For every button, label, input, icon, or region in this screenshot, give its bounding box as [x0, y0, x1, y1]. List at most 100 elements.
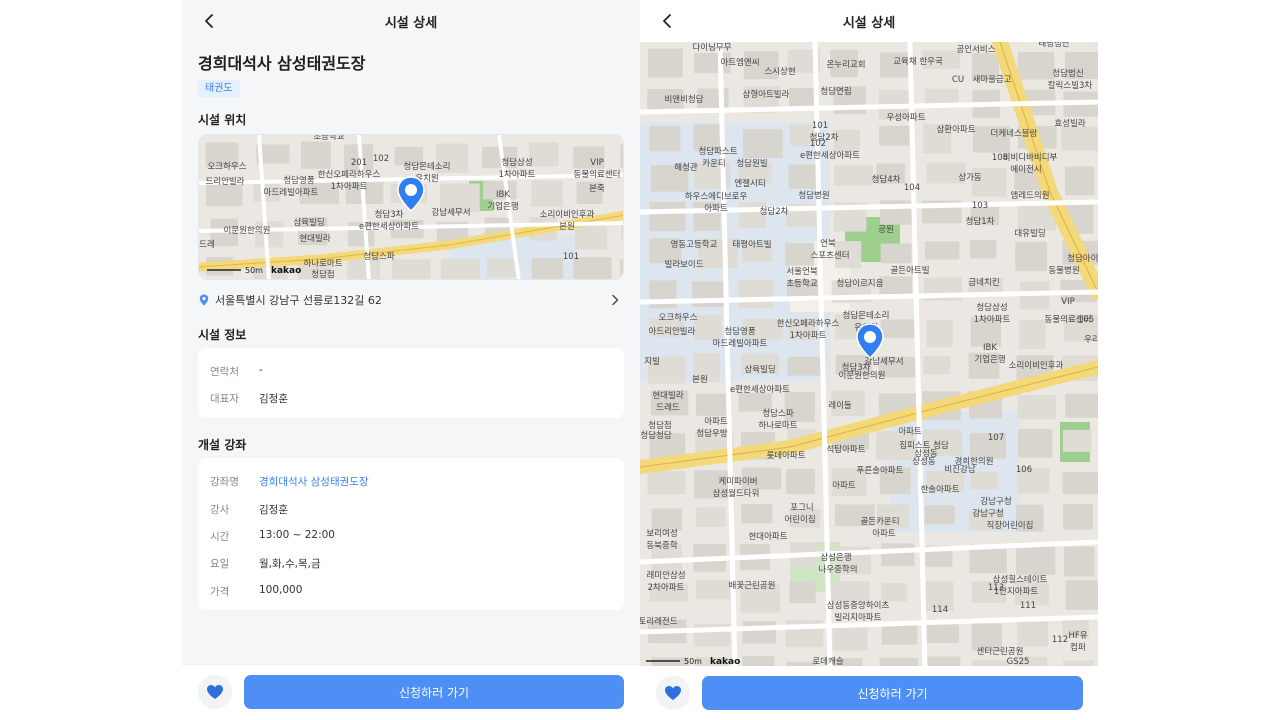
- location-map-preview[interactable]: 오크하우스 드리안빌라 청담영풍 마드레빌아파트 한신오페라하우스 1차아파트 삼육빌딩 현대…: [198, 134, 624, 280]
- map-label: 청담파스트: [698, 146, 737, 157]
- map-label: 초등학교: [313, 135, 344, 142]
- chevron-right-icon[interactable]: [610, 294, 620, 306]
- map-label: 청담영풍: [283, 175, 314, 186]
- map-label: 앰레드의원: [1010, 190, 1049, 201]
- map-building: [970, 240, 997, 259]
- map-label: 골든카운티: [860, 517, 899, 527]
- map-building: [743, 129, 783, 159]
- map-label: 111: [1020, 601, 1036, 611]
- map-building: [1065, 580, 1098, 610]
- map-label: 우성아파트: [886, 112, 925, 123]
- course-value: 김정훈: [259, 504, 288, 516]
- location-section-title: 시설 위치: [198, 113, 247, 127]
- back-icon[interactable]: [200, 11, 220, 31]
- map-label: CU: [952, 75, 964, 85]
- map-label: 센터근린공원: [977, 646, 1024, 657]
- map-label: 104: [904, 183, 920, 193]
- map-label: 공원: [878, 225, 894, 235]
- map-label: 112: [1052, 635, 1068, 645]
- map-label: 지빌: [644, 356, 660, 367]
- map-label: 마드레빌아파트: [264, 187, 319, 198]
- map-building: [1017, 52, 1055, 80]
- map-label: 푸른솔아파트: [857, 465, 904, 476]
- map-label: 하나로마트: [758, 420, 797, 431]
- map-label: 청담이르지음: [837, 278, 884, 289]
- map-label: 카운티: [702, 159, 725, 169]
- map-building: [391, 259, 431, 279]
- map-label: 113: [988, 583, 1004, 593]
- favorite-button[interactable]: [656, 676, 690, 710]
- course-row-name: 강좌명 경희대석사 삼성태권도장: [210, 474, 369, 489]
- map-label: HF유: [1068, 631, 1087, 641]
- map-label: 청담원빌: [736, 158, 767, 169]
- map-label: 토리레전드: [640, 616, 678, 627]
- map-label: 직장어린이집: [987, 520, 1034, 531]
- map-label: 소리이비인후과: [540, 209, 595, 220]
- map-label: 석탑아파트: [826, 444, 865, 455]
- course-label: 시간: [210, 531, 230, 543]
- map-building: [787, 356, 824, 376]
- map-label: IBK: [496, 190, 510, 200]
- map-label: VIP: [590, 158, 603, 168]
- header: 시설 상세: [640, 0, 1098, 42]
- map-label: 105: [1078, 315, 1094, 325]
- map-building: [1065, 166, 1095, 196]
- map-building: [881, 543, 915, 567]
- course-value: 100,000: [259, 584, 303, 596]
- course-name-link[interactable]: 경희대석사 삼성태권도장: [259, 474, 369, 489]
- full-map[interactable]: 다이닝무무아트엠앤씨스시상현온누리교회 교육채 한우국공인서비스CU 새마을금고태평…: [640, 42, 1098, 668]
- map-label: 금네치킨: [968, 277, 999, 288]
- map-label: 강남세무서: [431, 207, 470, 218]
- apply-button[interactable]: 신청하러 가기: [702, 676, 1083, 710]
- back-icon[interactable]: [658, 11, 678, 31]
- map-label: 청담아이월24시: [1067, 253, 1098, 264]
- map-label: 청담1차: [966, 216, 995, 227]
- map-building: [738, 279, 774, 309]
- map-label: 청담우방: [696, 428, 727, 439]
- map-label: 삼성은행: [820, 552, 851, 563]
- map-building: [1063, 546, 1095, 577]
- map-label: 엔젤시티: [734, 178, 765, 189]
- map-building: [879, 125, 910, 146]
- course-section-title: 개설 강좌: [198, 438, 247, 452]
- map-building: [925, 621, 959, 643]
- map-label: 청담스파: [762, 408, 793, 419]
- map-label: 아파트: [872, 528, 896, 539]
- map-label: e편한세상아파트: [800, 150, 860, 161]
- map-label: 다이닝무무: [692, 42, 731, 53]
- map-marker-dot: [864, 331, 876, 343]
- map-building: [880, 243, 912, 264]
- course-label: 가격: [210, 586, 230, 598]
- map-label: 공인서비스: [956, 44, 995, 55]
- map-building: [1019, 319, 1046, 349]
- map-label: 한신오페라하우스: [318, 169, 381, 180]
- map-label: 현대빌라: [299, 233, 330, 244]
- map-building: [1061, 126, 1098, 151]
- map-label: 청담몬테소리: [843, 310, 890, 321]
- map-label: 삼성동: [914, 448, 938, 459]
- course-value: 13:00 ~ 22:00: [259, 529, 335, 541]
- map-label: 하우스에디브로우: [685, 191, 748, 202]
- map-building: [694, 315, 722, 341]
- map-building: [741, 504, 773, 524]
- map-label: 1차아파트: [974, 314, 1011, 325]
- map-label: 현대아파트: [748, 531, 787, 542]
- map-canvas[interactable]: 오크하우스드리안빌라 청담영풍마드레빌아파트한신오페라하우스1차아파트삼육빌딩현대…: [199, 135, 624, 280]
- map-label: 래미안삼성: [646, 570, 685, 581]
- location-pin-icon: [199, 294, 209, 306]
- map-label: 현대빌라: [652, 390, 683, 401]
- map-label: 청담영풍: [724, 326, 755, 337]
- map-label: 삼성월드타워: [713, 488, 760, 499]
- info-row-contact: 연락처 -: [210, 364, 263, 379]
- apply-button[interactable]: 신청하러 가기: [244, 675, 624, 709]
- address-row[interactable]: 서울특별시 강남구 선릉로132길 62: [198, 290, 624, 310]
- map-label: 한신오페라하우스: [777, 318, 840, 329]
- map-label: 스시상현: [764, 66, 795, 77]
- map-label: 드레드: [656, 403, 680, 413]
- map-building: [440, 258, 480, 279]
- map-building: [830, 580, 870, 602]
- course-value: 월,화,수,목,금: [259, 558, 321, 570]
- favorite-button[interactable]: [198, 675, 232, 709]
- map-label: 태평성단: [1038, 42, 1069, 49]
- map-label: 청담삼성: [976, 302, 1007, 313]
